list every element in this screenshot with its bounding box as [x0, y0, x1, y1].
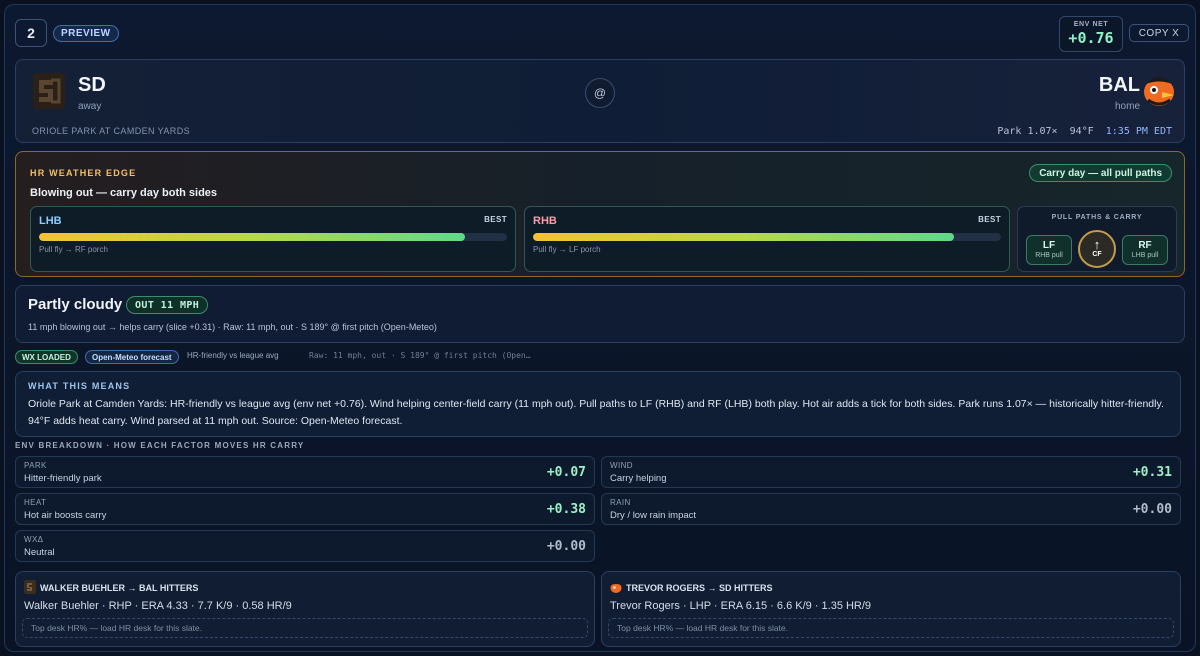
edge-headline: Blowing out — carry day both sides	[30, 187, 218, 199]
lhb-note: Pull fly → RF porch	[39, 245, 108, 254]
pull-paths-title: PULL PATHS & CARRY	[1051, 214, 1143, 221]
away-label: away	[78, 101, 102, 112]
lhb-best-tag: BEST	[484, 215, 507, 224]
factor-key: WIND	[610, 461, 633, 470]
env-net-label: ENV NET	[1073, 21, 1109, 28]
hr-desk-placeholder: Top desk HR% — load HR desk for this sla…	[608, 618, 1174, 638]
rhb-best-tag: BEST	[978, 215, 1001, 224]
game-time: 1:35 PM EDT	[1105, 126, 1172, 137]
factor-wind: WIND Carry helping +0.31	[601, 456, 1181, 488]
factor-key: PARK	[24, 461, 47, 470]
open-meteo-chip: Open-Meteo forecast	[85, 350, 179, 364]
pitcher-title: WALKER BUEHLER → BAL HITTERS	[40, 583, 199, 593]
env-breakdown-title: ENV BREAKDOWN · HOW EACH FACTOR MOVES HR…	[15, 441, 305, 450]
pitcher-stats: Walker Buehler · RHP · ERA 4.33 · 7.7 K/…	[24, 600, 292, 612]
game-card: 2 PREVIEW ENV NET +0.76 COPY X SD away @…	[4, 4, 1196, 652]
venue-name: ORIOLE PARK AT CAMDEN YARDS	[32, 126, 191, 136]
factor-value: +0.38	[546, 502, 586, 517]
copy-x-button[interactable]: COPY X	[1129, 24, 1189, 42]
means-body: Oriole Park at Camden Yards: HR-friendly…	[28, 398, 1164, 427]
raw-wind-text: Raw: 11 mph, out · S 189° @ first pitch …	[309, 351, 531, 360]
away-team-abbr: SD	[78, 74, 106, 96]
preview-badge: PREVIEW	[53, 25, 119, 42]
factor-desc: Hitter-friendly park	[24, 473, 102, 484]
pitcher-card-rogers: TREVOR ROGERS → SD HITTERS Trevor Rogers…	[601, 571, 1181, 647]
pitcher-title: TREVOR ROGERS → SD HITTERS	[626, 583, 773, 593]
rhb-note: Pull fly → LF porch	[533, 245, 601, 254]
factor-value: +0.07	[546, 465, 586, 480]
lf-sub: RHB pull	[1035, 252, 1063, 259]
cf-code: CF	[1092, 251, 1102, 258]
pitcher-card-buehler: WALKER BUEHLER → BAL HITTERS Walker Bueh…	[15, 571, 595, 647]
bal-small-logo-icon	[610, 582, 622, 593]
wx-loaded-chip: WX LOADED	[15, 350, 78, 364]
rf-sub: LHB pull	[1131, 252, 1159, 259]
factor-wx-delta: WXΔ Neutral +0.00	[15, 530, 595, 562]
lhb-carry-bar	[39, 233, 507, 241]
factor-key: RAIN	[610, 498, 631, 507]
env-net-value: +0.76	[1068, 29, 1114, 47]
factor-value: +0.00	[546, 539, 586, 554]
factor-value: +0.31	[1132, 465, 1172, 480]
lf-code: LF	[1042, 240, 1056, 251]
home-label: home	[1114, 101, 1140, 112]
factor-desc: Dry / low rain impact	[610, 510, 697, 521]
pull-paths-card: PULL PATHS & CARRY LF RHB pull ↑ CF RF L…	[1017, 206, 1177, 272]
sd-small-logo-icon	[24, 580, 36, 594]
temperature: 94°F	[1069, 126, 1094, 137]
cf-indicator: ↑ CF	[1078, 230, 1116, 268]
home-team-abbr: BAL	[1098, 74, 1140, 96]
factor-key: HEAT	[24, 498, 47, 507]
factor-desc: Carry helping	[610, 473, 667, 484]
factor-rain: RAIN Dry / low rain impact +0.00	[601, 493, 1181, 525]
at-separator: @	[585, 78, 615, 108]
weather-panel: Partly cloudy OUT 11 MPH 11 mph blowing …	[15, 285, 1185, 343]
carry-day-pill: Carry day — all pull paths	[1029, 164, 1172, 182]
rf-path: RF LHB pull	[1122, 235, 1168, 265]
wind-badge: OUT 11 MPH	[126, 296, 209, 314]
lf-path: LF RHB pull	[1026, 235, 1072, 265]
lhb-card: LHB BEST Pull fly → RF porch	[30, 206, 516, 272]
factor-value: +0.00	[1132, 502, 1172, 517]
weather-description: 11 mph blowing out → helps carry (slice …	[28, 322, 437, 332]
rhb-carry-fill	[533, 233, 955, 241]
factor-desc: Neutral	[24, 547, 55, 558]
rf-code: RF	[1138, 240, 1152, 251]
weather-condition: Partly cloudy	[28, 296, 123, 313]
lhb-label: LHB	[39, 215, 62, 227]
bal-logo-icon	[1144, 77, 1174, 106]
lhb-carry-fill	[39, 233, 465, 241]
hr-desk-placeholder: Top desk HR% — load HR desk for this sla…	[22, 618, 588, 638]
hr-friendly-summary: HR-friendly vs league avg	[187, 351, 279, 360]
park-factor: Park 1.07×	[997, 126, 1058, 137]
what-this-means-panel: WHAT THIS MEANS Oriole Park at Camden Ya…	[15, 371, 1181, 437]
factor-desc: Hot air boosts carry	[24, 510, 107, 521]
means-title: WHAT THIS MEANS	[28, 381, 131, 391]
matchup-panel: SD away @ BAL home ORIOLE PARK AT CAMDEN…	[15, 59, 1185, 143]
slot-number: 2	[15, 19, 47, 47]
rhb-card: RHB BEST Pull fly → LF porch	[524, 206, 1010, 272]
rhb-label: RHB	[533, 215, 557, 227]
pitcher-stats: Trevor Rogers · LHP · ERA 6.15 · 6.6 K/9…	[610, 600, 872, 612]
edge-title: HR WEATHER EDGE	[30, 168, 137, 178]
factor-key: WXΔ	[24, 535, 44, 544]
rhb-carry-bar	[533, 233, 1001, 241]
hr-weather-edge-panel: HR WEATHER EDGE Blowing out — carry day …	[15, 151, 1185, 277]
env-net-box: ENV NET +0.76	[1059, 16, 1123, 52]
factor-heat: HEAT Hot air boosts carry +0.38	[15, 493, 595, 525]
sd-logo-icon	[33, 73, 65, 109]
factor-park: PARK Hitter-friendly park +0.07	[15, 456, 595, 488]
venue-meta: Park 1.07× 94°F 1:35 PM EDT	[997, 126, 1172, 137]
wind-arrow-icon: ↑	[1093, 237, 1101, 252]
